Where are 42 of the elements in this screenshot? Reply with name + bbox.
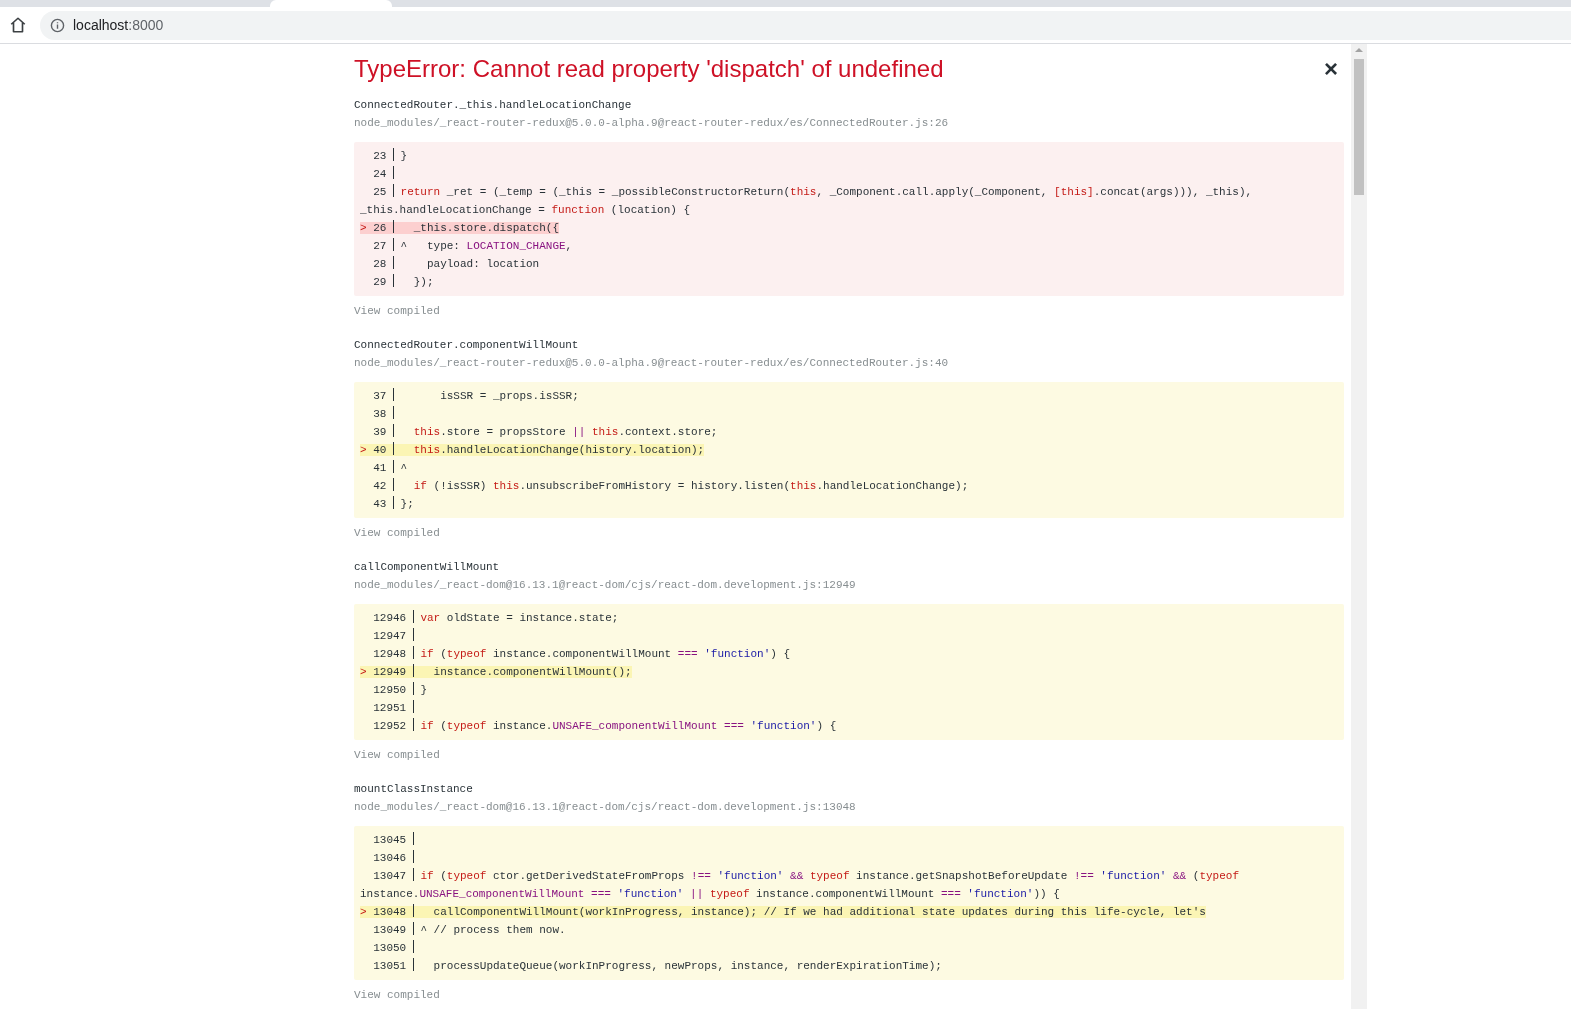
code-line: 13050 xyxy=(360,939,1338,957)
function-name: mountClassInstance xyxy=(354,782,474,797)
function-name: ConnectedRouter.componentWillMount xyxy=(354,338,580,353)
function-name: ConnectedRouter._this.handleLocationChange xyxy=(354,98,633,113)
code-line: 41 ^ xyxy=(372,459,409,476)
code-line: 37 isSSR = _props.isSSR; xyxy=(372,387,580,404)
code-line: 29 }); xyxy=(372,273,435,290)
function-name: callComponentWillMount xyxy=(354,560,501,575)
home-icon[interactable] xyxy=(9,16,27,34)
code-line: 38 xyxy=(360,405,1338,423)
close-button[interactable]: × xyxy=(1324,57,1338,81)
file-path: node_modules/_react-router-redux@5.0.0-alpha.9@react-router-redux/es/ConnectedRouter.js:26 xyxy=(354,116,950,131)
code-line: 12951 xyxy=(360,699,1338,717)
address-bar[interactable]: localhost:8000 xyxy=(40,10,1571,40)
view-compiled-link[interactable]: View compiled xyxy=(354,986,1344,1004)
info-icon[interactable] xyxy=(50,17,65,33)
code-line: 13045 xyxy=(360,831,1338,849)
file-path: node_modules/_react-dom@16.13.1@react-dom/cjs/react-dom.development.js:13048 xyxy=(354,800,857,815)
code-line: 23 } xyxy=(372,147,409,164)
file-path: node_modules/_react-router-redux@5.0.0-alpha.9@react-router-redux/es/ConnectedRouter.js:40 xyxy=(354,356,950,371)
code-line: 13046 xyxy=(360,849,1338,867)
code-line: 13051 processUpdateQueue(workInProgress, newProps, instance, renderExpirationTime); xyxy=(372,957,943,974)
view-compiled-link[interactable]: View compiled xyxy=(354,746,1344,764)
code-line: 12947 xyxy=(360,627,1338,645)
code-line: 13049 ^ // process them now. xyxy=(372,921,567,938)
code-line: 43 }; xyxy=(372,495,415,512)
code-line: 42 if (!isSSR) this.unsubscribeFromHistory = history.listen(this.handleLocationChange); xyxy=(372,477,970,494)
scrollbar-thumb[interactable] xyxy=(1354,59,1364,195)
error-title: TypeError: Cannot read property 'dispatch' of undefined xyxy=(354,54,944,84)
code-line: 12952 if (typeof instance.UNSAFE_componentWillMount === 'function') { xyxy=(372,717,838,734)
view-compiled-link[interactable]: View compiled xyxy=(354,302,1344,320)
code-line: 24 xyxy=(360,165,1338,183)
code-line: 28 payload: location xyxy=(372,255,541,272)
file-path: node_modules/_react-dom@16.13.1@react-dom/cjs/react-dom.development.js:12949 xyxy=(354,578,857,593)
view-compiled-link[interactable]: View compiled xyxy=(354,524,1344,542)
code-line: 12946 var oldState = instance.state; xyxy=(372,609,620,626)
code-line: 12948 if (typeof instance.componentWillMount === 'function') { xyxy=(372,645,792,662)
code-line: 27 ^ type: LOCATION_CHANGE, xyxy=(372,237,574,254)
code-line: 39 this.store = propsStore || this.context.store; xyxy=(372,423,719,440)
code-line: 12950 } xyxy=(372,681,428,698)
code-line: 25 return _ret = (_temp = (_this = _possibleConstructorReturn(this, _Component.call.apply(_Component, [this].concat(args))), _this), _this.handleLocationChange = function (location) { xyxy=(360,183,1254,218)
url-text: localhost:8000 xyxy=(73,15,164,35)
